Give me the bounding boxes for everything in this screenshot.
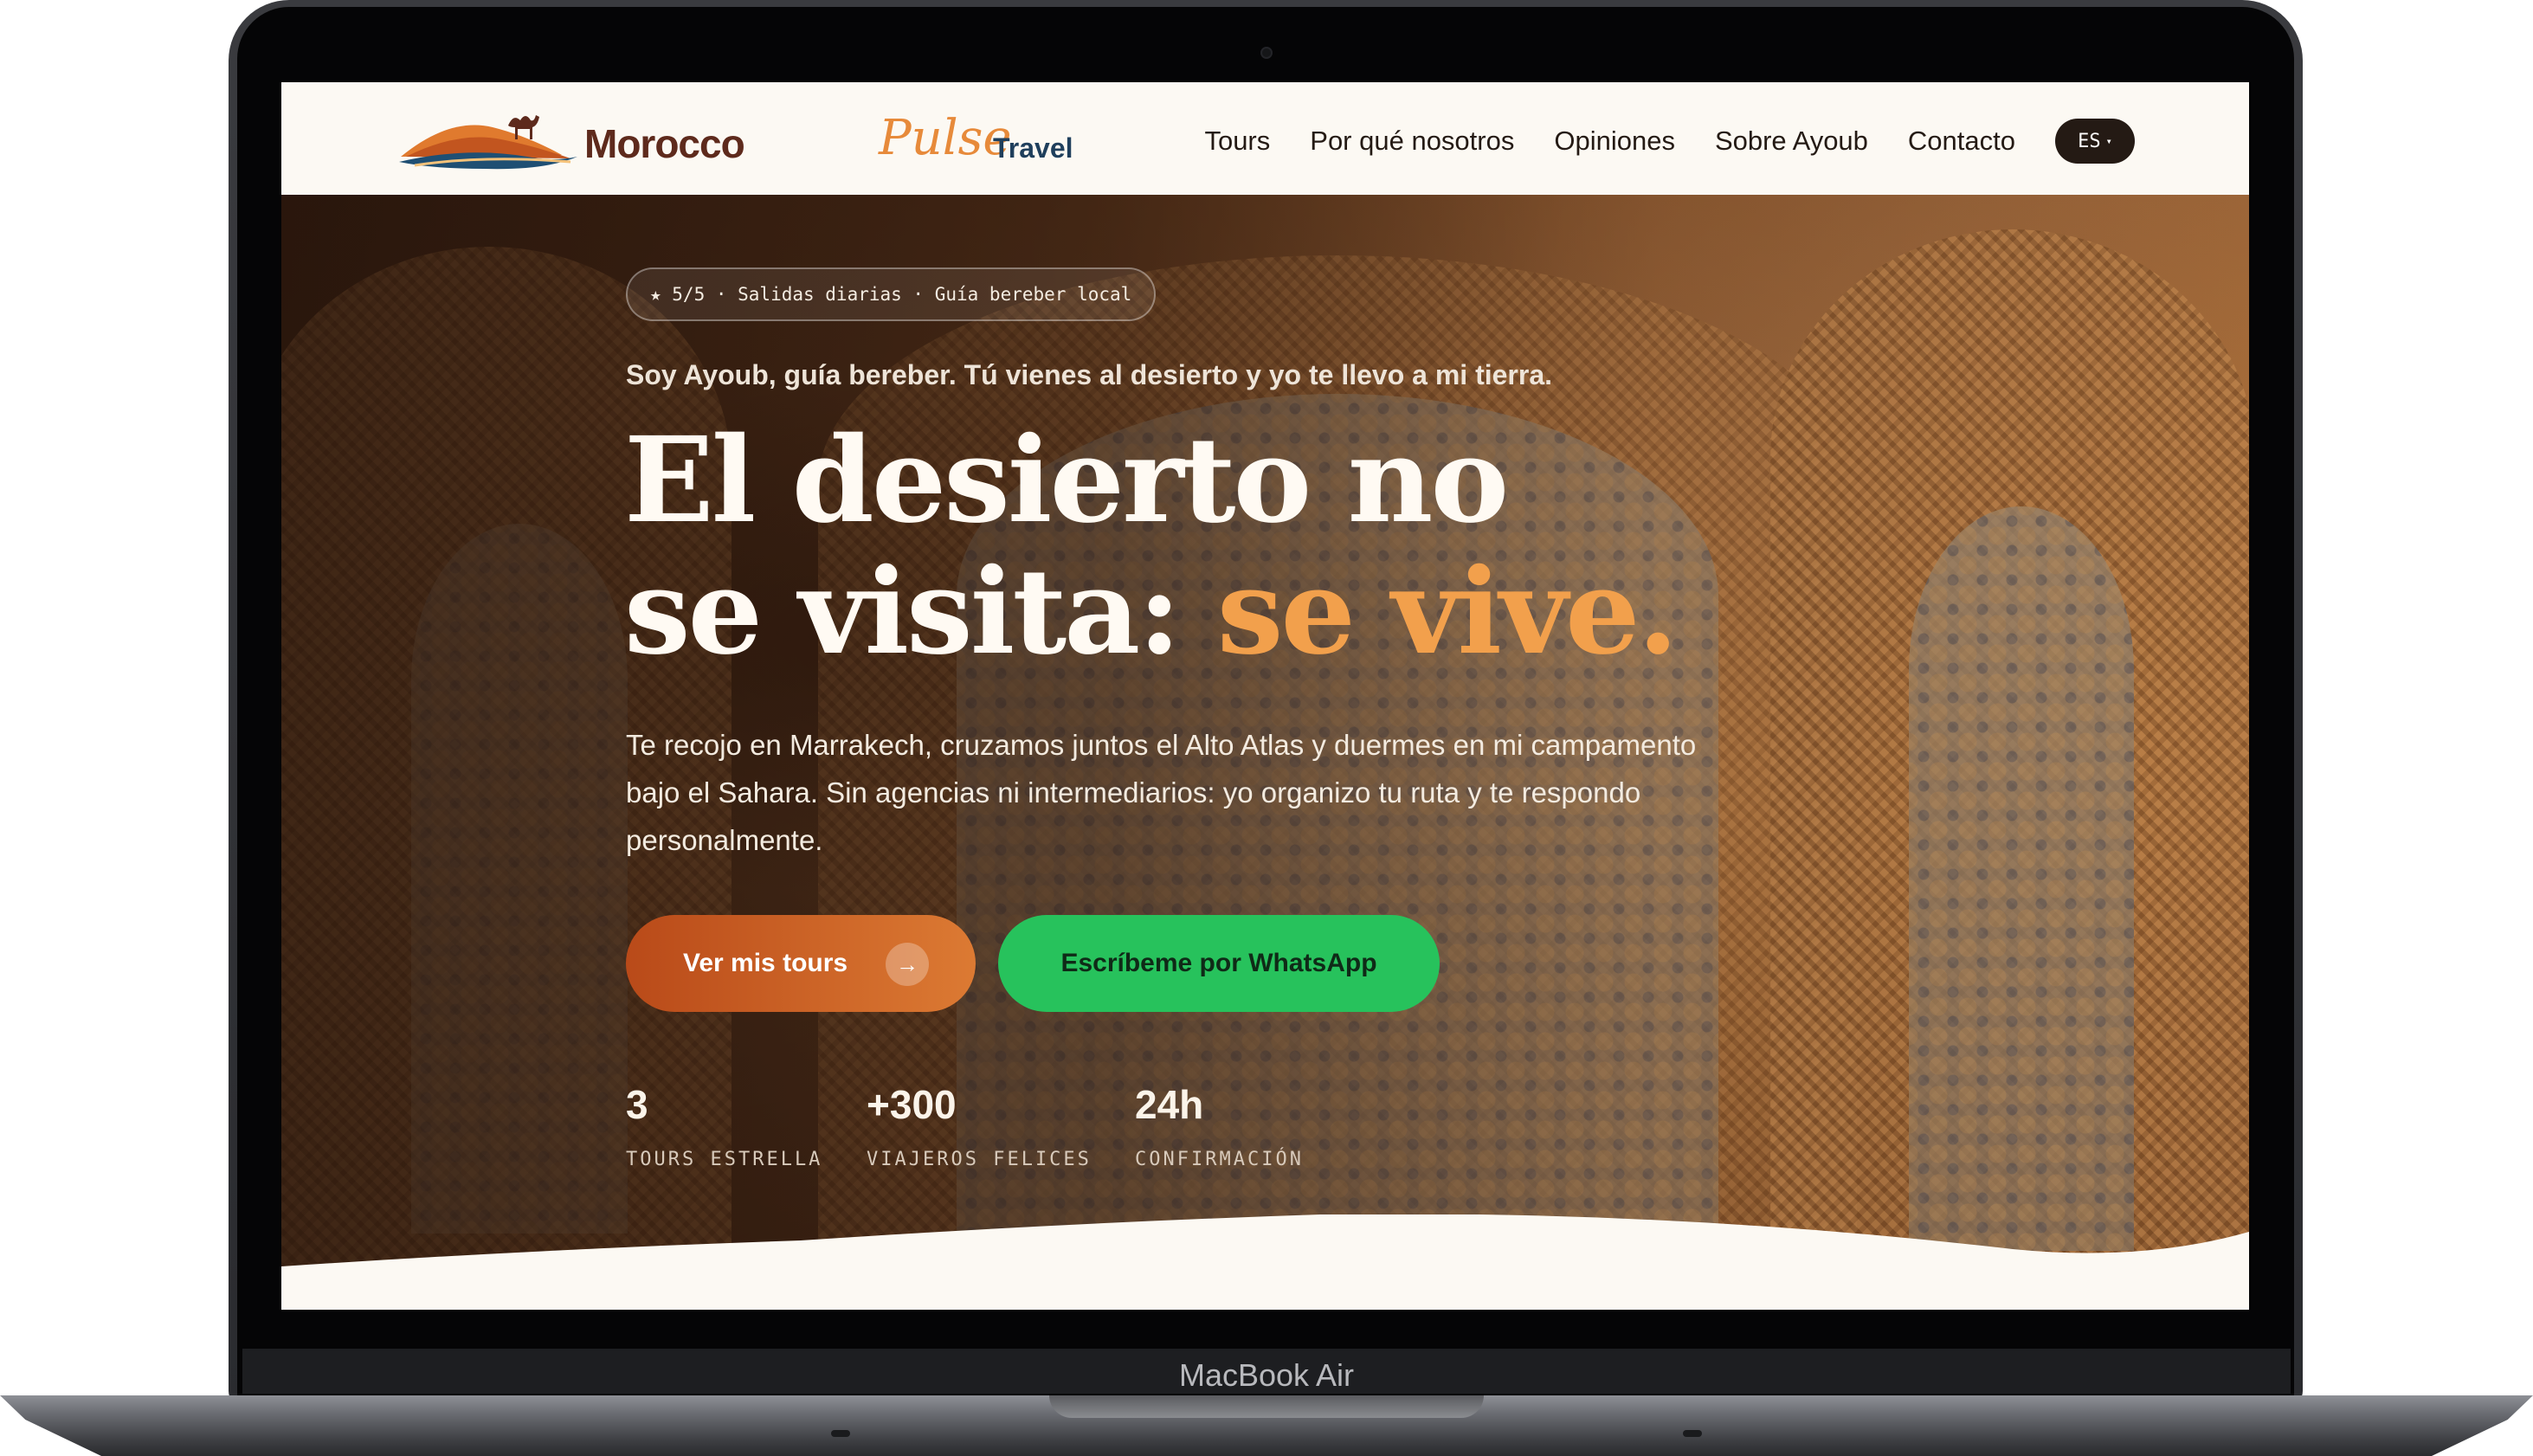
camera-icon [1260, 47, 1273, 59]
stat-tours: 3 TOURS ESTRELLA [626, 1081, 822, 1170]
hero-title-line2: se visita: se vive. [624, 543, 1679, 681]
hero-title-part: se visita: [624, 543, 1217, 681]
brand-word-morocco: Morocco [584, 121, 745, 166]
arrow-right-icon: → [886, 943, 929, 986]
main-menu: Tours Por qué nosotros Opiniones Sobre A… [1164, 119, 2135, 164]
nav-item-tours[interactable]: Tours [1204, 126, 1270, 157]
hero-description: Te recojo en Marrakech, cruzamos juntos … [626, 729, 1697, 856]
whatsapp-button[interactable]: Escríbeme por WhatsApp [998, 915, 1440, 1012]
stat-label: TOURS ESTRELLA [626, 1149, 823, 1170]
brand-word-travel: Travel [993, 132, 1073, 164]
website-viewport: Morocco Pulse Travel Tours Por qué nosot… [281, 82, 2249, 1310]
stat-value: 3 [626, 1082, 648, 1127]
language-code: ES [2078, 130, 2101, 152]
stat-confirmation: 24h CONFIRMACIÓN [1135, 1081, 1304, 1170]
stat-label: CONFIRMACIÓN [1135, 1149, 1304, 1170]
brand-logo[interactable]: Morocco Pulse Travel [397, 101, 1073, 179]
view-tours-label: Ver mis tours [683, 949, 848, 977]
hero-wave-divider [281, 1214, 2249, 1310]
hero-title-line1: El desierto no [624, 411, 1509, 550]
hero-title-accent: se vive. [1216, 543, 1679, 681]
stat-value: 24h [1135, 1082, 1204, 1127]
rating-badge: ★ 5/5 · Salidas diarias · Guía bereber l… [626, 267, 1157, 321]
nav-item-reviews[interactable]: Opiniones [1554, 126, 1675, 157]
language-selector[interactable]: ES ▾ [2055, 119, 2135, 164]
stat-travelers: +300 VIAJEROS FELICES [867, 1081, 1092, 1170]
whatsapp-label: Escríbeme por WhatsApp [1060, 949, 1377, 977]
camel-dune-logo-icon [399, 115, 577, 170]
laptop-foot [831, 1430, 850, 1437]
hero-title: El desierto no se visita: se vive. [624, 411, 1679, 681]
hero-section: ★ 5/5 · Salidas diarias · Guía bereber l… [281, 195, 2249, 1310]
hero-kicker: Soy Ayoub, guía bereber. Tú vienes al de… [626, 359, 1552, 390]
device-label: MacBook Air [1178, 1357, 1355, 1393]
view-tours-button[interactable]: Ver mis tours → [626, 915, 976, 1012]
nav-item-about[interactable]: Sobre Ayoub [1715, 126, 1868, 157]
nav-item-contact[interactable]: Contacto [1908, 126, 2015, 157]
chevron-down-icon: ▾ [2105, 135, 2112, 147]
top-navigation: Morocco Pulse Travel Tours Por qué nosot… [281, 82, 2249, 195]
laptop-foot [1683, 1430, 1702, 1437]
nav-item-why-us[interactable]: Por qué nosotros [1310, 126, 1514, 157]
stat-value: +300 [867, 1082, 957, 1127]
brand-word-pulse: Pulse [879, 110, 1012, 166]
laptop-notch [1049, 1395, 1484, 1418]
stat-label: VIAJEROS FELICES [867, 1149, 1092, 1170]
